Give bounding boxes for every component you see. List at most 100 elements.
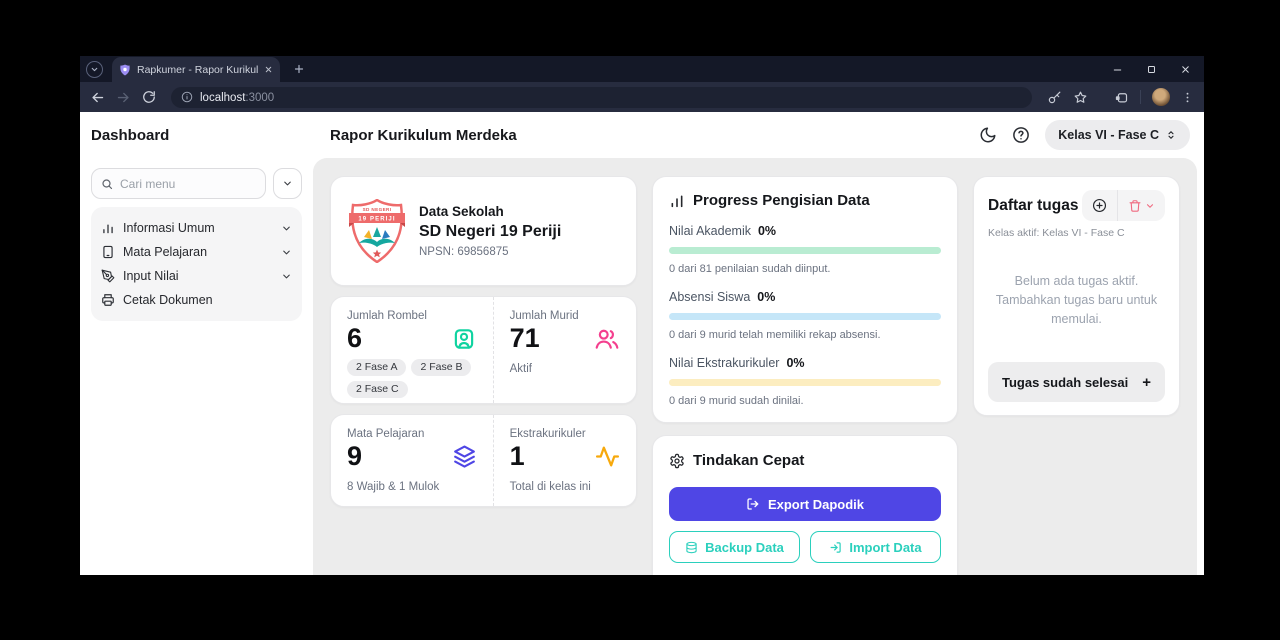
browser-toolbar: localhost:3000 [80,82,1204,112]
column-progress-actions: Progress Pengisian Data Nilai Akademik 0… [652,176,958,575]
sidebar-item-label: Cetak Dokumen [123,293,213,307]
tasks-subtitle: Kelas aktif: Kelas VI - Fase C [988,227,1125,239]
pen-tool-icon [101,269,115,283]
progress-title: Progress Pengisian Data [693,192,870,209]
stat-card-rombel-murid: Jumlah Rombel 6 2 Fase A 2 Fase B 2 Fase… [330,296,637,404]
circle-plus-icon [1092,198,1107,213]
progress-item-absensi: Absensi Siswa 0% 0 dari 9 murid telah me… [669,290,941,341]
progress-label: Absensi Siswa [669,290,751,304]
progress-desc: 0 dari 81 penilaian sudah diinput. [669,263,831,275]
browser-menu-icon[interactable] [1181,91,1194,104]
tab-search-button[interactable] [86,60,103,78]
window-controls [1100,56,1204,82]
school-card-label: Data Sekolah [419,204,504,219]
import-label: Import Data [849,539,922,555]
progress-bar [669,313,941,320]
address-bar[interactable]: localhost:3000 [171,86,1032,108]
sidebar-item-cetak-dokumen[interactable]: Cetak Dokumen [101,288,292,312]
progress-percent: 0% [786,356,805,370]
tab-close-icon[interactable] [264,65,273,74]
sidebar-item-informasi-umum[interactable]: Informasi Umum [101,216,292,240]
stat-value: 1 [509,441,525,471]
tasks-done-label: Tugas sudah selesai [1002,374,1129,390]
sidebar-item-label: Input Nilai [123,269,179,283]
search-box [91,168,266,199]
moon-icon [980,127,996,143]
users-icon [594,326,620,352]
chevron-down-icon [281,223,292,234]
export-dapodik-button[interactable]: Export Dapodik [669,487,941,521]
chevron-down-icon [1146,203,1154,208]
class-selector-value: Kelas VI - Fase C [1058,128,1159,142]
badge-fase-b: 2 Fase B [411,358,472,376]
sidebar-collapse-button[interactable] [273,168,302,199]
import-icon [830,541,842,553]
progress-label: Nilai Ekstrakurikuler [669,356,780,370]
profile-avatar[interactable] [1152,88,1170,106]
chevron-down-icon [284,181,291,186]
tasks-done-toggle[interactable]: Tugas sudah selesai + [988,362,1165,402]
forward-button[interactable] [116,90,131,105]
bar-chart-icon [669,193,685,209]
dark-mode-toggle[interactable] [979,126,997,144]
app-title: Rapor Kurikulum Merdeka [330,126,517,144]
export-label: Export Dapodik [767,496,865,512]
delete-task-button[interactable] [1118,190,1165,221]
progress-item-ekstrakurikuler: Nilai Ekstrakurikuler 0% 0 dari 9 murid … [669,356,941,407]
app-header: Dashboard Rapor Kurikulum Merdeka Kelas … [80,112,1204,158]
progress-bar [669,379,941,386]
tablet-book-icon [101,245,115,259]
printer-icon [101,293,115,307]
bookmark-star-icon[interactable] [1073,90,1088,105]
back-button[interactable] [90,90,105,105]
maximize-button[interactable] [1134,56,1168,82]
password-key-icon[interactable] [1047,90,1062,105]
layers-icon [452,444,477,469]
school-card: SD NEGERI 19 PERIJI Data Sekolah SD Nege… [330,176,637,286]
search-input[interactable] [120,176,256,191]
help-button[interactable] [1012,126,1030,144]
logo-top-text: SD NEGERI [363,207,392,212]
stat-rombel: Jumlah Rombel 6 2 Fase A 2 Fase B 2 Fase… [331,297,493,403]
logo-banner-text: 19 PERIJI [358,217,395,223]
url-port: :3000 [245,92,275,104]
reload-button[interactable] [142,90,156,104]
import-data-button[interactable]: Import Data [810,531,941,563]
help-circle-icon [1013,127,1030,143]
plus-icon [294,64,304,74]
add-task-button[interactable] [1082,190,1117,221]
minimize-button[interactable] [1100,56,1134,82]
app-root: Dashboard Rapor Kurikulum Merdeka Kelas … [80,112,1204,575]
back-icon [92,92,104,102]
gear-icon [669,453,685,469]
sidebar-item-input-nilai[interactable]: Input Nilai [101,264,292,288]
progress-percent: 0% [757,290,776,304]
browser-window: Rapkumer - Rapor Kurikulum M localhost:3… [80,56,1204,575]
progress-label: Nilai Akademik [669,224,751,238]
chevron-down-icon [281,271,292,282]
browser-tabstrip: Rapkumer - Rapor Kurikulum M [80,56,1204,82]
reload-icon [143,91,155,103]
column-stats: SD NEGERI 19 PERIJI Data Sekolah SD Nege… [330,176,637,557]
toolbar-right [1047,88,1194,106]
maximize-icon [1147,65,1155,73]
progress-bar [669,247,941,254]
tab-title: Rapkumer - Rapor Kurikulum M [137,63,258,76]
stat-label: Jumlah Murid [509,310,579,322]
backup-data-button[interactable]: Backup Data [669,531,800,563]
quick-actions-title: Tindakan Cepat [693,452,805,469]
new-tab-button[interactable] [293,63,305,75]
stat-value: 6 [347,323,363,353]
close-icon [1181,65,1189,73]
badge-fase-a: 2 Fase A [347,358,407,376]
extensions-icon[interactable] [1114,90,1129,105]
browser-tab-active[interactable]: Rapkumer - Rapor Kurikulum M [112,57,280,82]
site-info-icon[interactable] [181,91,193,103]
class-selector[interactable]: Kelas VI - Fase C [1045,120,1190,150]
sidebar: Informasi Umum Mata Pelajaran Input Nila… [80,158,313,575]
chevron-up-down-icon [1168,131,1174,139]
stat-sub: Total di kelas ini [509,480,591,493]
close-button[interactable] [1168,56,1202,82]
sidebar-item-mata-pelajaran[interactable]: Mata Pelajaran [101,240,292,264]
tasks-card: Daftar tugas Kelas aktif: Kelas VI - Fas… [973,176,1180,416]
